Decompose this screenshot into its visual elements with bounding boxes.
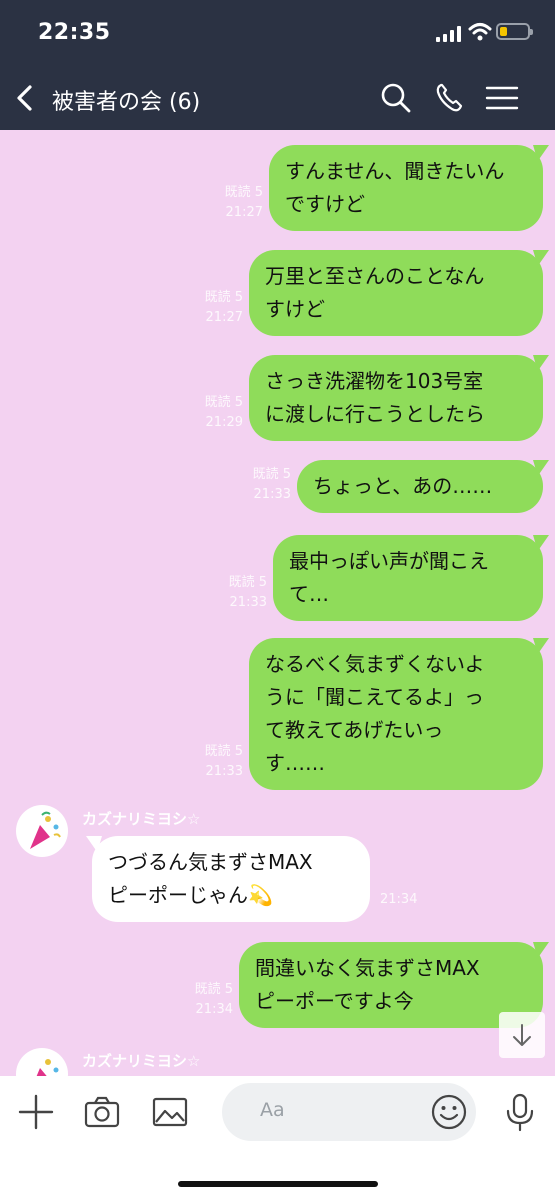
camera-icon[interactable] (82, 1092, 122, 1132)
sender-name: カズナリミヨシ☆ (82, 810, 201, 828)
home-indicator (178, 1181, 378, 1187)
wifi-icon (468, 23, 492, 41)
party-popper-icon (30, 811, 61, 849)
outgoing-message: 既読 5 21:33 ちょっと、あの…… (253, 460, 543, 513)
input-bar: Aa (0, 1076, 555, 1200)
outgoing-message: 既読 5 21:29 さっき洗濯物を103号室 に渡しに行こうとしたら (205, 355, 543, 441)
battery-icon (496, 23, 533, 40)
input-placeholder: Aa (260, 1099, 285, 1121)
outgoing-message: 既読 5 21:27 万里と至さんのことなん すけど (205, 250, 543, 336)
party-popper-icon (36, 1059, 59, 1076)
image-icon[interactable] (150, 1092, 190, 1132)
message-bubble[interactable]: すんません、聞きたいん ですけど (269, 145, 543, 231)
avatar[interactable] (16, 1048, 68, 1076)
clock: 22:35 (38, 20, 111, 45)
message-meta: 既読 5 21:33 (252, 467, 291, 502)
message-meta: 既読 5 21:29 (204, 395, 243, 430)
outgoing-message: 既読 5 21:27 すんません、聞きたいん ですけど (225, 145, 543, 231)
avatar[interactable] (16, 805, 68, 857)
status-bar: 22:35 (0, 0, 555, 68)
message-bubble[interactable]: さっき洗濯物を103号室 に渡しに行こうとしたら (249, 355, 543, 441)
message-bubble[interactable]: 間違いなく気まずさMAX ピーポーですよ今 (239, 942, 543, 1028)
message-bubble[interactable]: なるべく気まずくないよ うに「聞こえてるよ」っ て教えてあげたいっ す…… (249, 638, 543, 790)
message-bubble[interactable]: 万里と至さんのことなん すけど (249, 250, 543, 336)
arrow-down-icon (513, 1024, 531, 1046)
outgoing-message: 既読 5 21:34 間違いなく気まずさMAX ピーポーですよ今 (195, 942, 543, 1028)
message-bubble[interactable]: 最中っぽい声が聞こえ て… (273, 535, 543, 621)
back-chevron-icon[interactable] (8, 80, 44, 116)
message-bubble[interactable]: ちょっと、あの…… (297, 460, 543, 513)
signal-icon (436, 26, 462, 42)
outgoing-message: 既読 5 21:33 最中っぽい声が聞こえ て… (229, 535, 543, 621)
message-meta: 既読 5 21:27 (224, 185, 263, 220)
message-meta: 既読 5 21:33 (204, 744, 243, 779)
chat-title: 被害者の会 (6) (52, 90, 201, 115)
message-time: 21:34 (380, 892, 418, 907)
message-input[interactable]: Aa (222, 1083, 476, 1141)
plus-icon[interactable] (16, 1092, 56, 1132)
phone-icon[interactable] (432, 80, 468, 116)
mic-icon[interactable] (500, 1092, 540, 1132)
chat-header: 被害者の会 (6) (0, 68, 555, 130)
message-meta: 既読 5 21:33 (228, 575, 267, 610)
message-bubble[interactable]: つづるん気まずさMAX ピーポーじゃん💫 (92, 836, 370, 922)
message-meta: 既読 5 21:34 (194, 982, 233, 1017)
outgoing-message: 既読 5 21:33 なるべく気まずくないよ うに「聞こえてるよ」っ て教えてあげた… (205, 638, 543, 790)
emoji-icon[interactable] (430, 1093, 468, 1131)
sender-name: カズナリミヨシ☆ (82, 1052, 201, 1070)
menu-icon[interactable] (484, 80, 520, 116)
search-icon[interactable] (378, 80, 414, 116)
scroll-to-bottom-button[interactable] (499, 1012, 545, 1058)
message-meta: 既読 5 21:27 (204, 290, 243, 325)
message-list[interactable]: 既読 5 21:27 すんません、聞きたいん ですけど 既読 5 21:27 万里と至… (0, 130, 555, 1076)
